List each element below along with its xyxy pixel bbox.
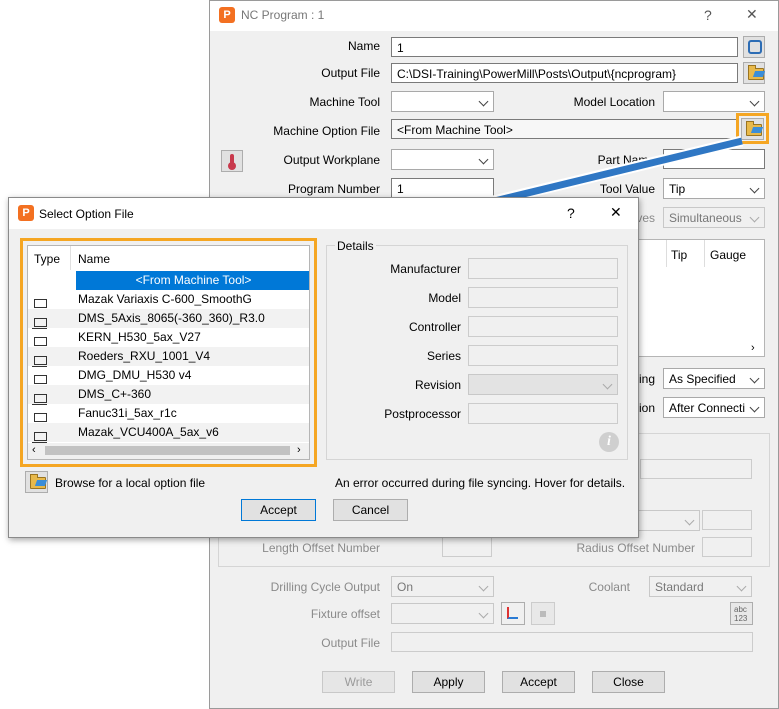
folder-open-icon [30,474,46,489]
list-item-name: Roeders_RXU_1001_V4 [78,349,211,363]
list-item-name: Mazak Variaxis C-600_SmoothG [78,292,252,306]
laptop-shape [32,356,47,367]
sync-error-text[interactable]: An error occurred during file syncing. H… [335,476,625,490]
controller-label: Controller [408,320,461,334]
chevron-down-icon [602,379,613,390]
list-item-name: Mazak_VCU400A_5ax_v6 [78,425,219,439]
postprocessor-field [468,403,618,424]
manufacturer-label: Manufacturer [390,262,461,276]
list-item[interactable]: DMS_C+-360 [28,385,309,405]
manufacturer-field [468,258,618,279]
dialog-help-button[interactable]: ? [567,205,575,221]
list-item-name: DMS_C+-360 [78,387,152,401]
model-label: Model [428,291,461,305]
dialog-title: Select Option File [39,207,134,221]
list-item[interactable]: Mazak Variaxis C-600_SmoothG [28,290,309,310]
laptop-shape [32,299,47,310]
laptop-shape [32,394,47,405]
browse-local-label: Browse for a local option file [55,476,206,490]
col-name-header[interactable]: Name [78,252,110,266]
list-item[interactable]: Roeders_RXU_1001_V4 [28,347,309,367]
browse-local-button[interactable] [25,471,48,493]
list-item[interactable]: DMS_5Axis_8065(-360_360)_R3.0 [28,309,309,329]
laptop-shape [32,432,47,443]
list-item-name: <From Machine Tool> [135,273,252,287]
col-type-header[interactable]: Type [34,252,60,266]
scroll-thumb[interactable] [45,446,290,455]
list-item-name: KERN_H530_5ax_V27 [78,330,201,344]
list-item-name: DMG_DMU_H530 v4 [78,368,192,382]
app-logo-icon: P [18,205,34,221]
scroll-right-icon[interactable]: › [297,444,301,456]
select-option-file-dialog: P Select Option File ? ✕ Type Name <From… [8,197,639,538]
list-hscrollbar[interactable]: ‹ › [28,443,309,459]
dialog-cancel-button[interactable]: Cancel [333,499,408,521]
series-field [468,345,618,366]
revision-label: Revision [414,378,461,392]
laptop-shape [32,375,47,386]
list-item-name: Fanuc31i_5ax_r1c [78,406,177,420]
info-icon[interactable]: i [599,432,619,452]
revision-select [468,374,618,395]
list-item-name: DMS_5Axis_8065(-360_360)_R3.0 [78,311,265,325]
list-item[interactable]: DMG_DMU_H530 v4 [28,366,309,386]
list-item[interactable]: Mazak_VCU400A_5ax_v6 [28,423,309,443]
series-label: Series [426,349,461,363]
scroll-left-icon[interactable]: ‹ [32,444,36,456]
postprocessor-label: Postprocessor [384,407,461,421]
model-field [468,287,618,308]
option-file-list: Type Name <From Machine Tool> Mazak Varia… [27,245,310,460]
details-label: Details [335,239,376,253]
dialog-close-button[interactable]: ✕ [610,204,622,221]
dialog-title-bar: P Select Option File ? ✕ [9,198,638,229]
laptop-shape [32,413,47,424]
list-body: <From Machine Tool> Mazak Variaxis C-600_… [28,271,309,443]
list-item[interactable]: Fanuc31i_5ax_r1c [28,404,309,424]
list-item[interactable]: KERN_H530_5ax_V27 [28,328,309,348]
list-item[interactable]: <From Machine Tool> [76,271,309,290]
details-panel: Details Manufacturer Model Controller Se… [326,239,628,460]
dialog-accept-button[interactable]: Accept [241,499,316,521]
laptop-shape [32,337,47,348]
controller-field [468,316,618,337]
laptop-shape [32,318,47,329]
